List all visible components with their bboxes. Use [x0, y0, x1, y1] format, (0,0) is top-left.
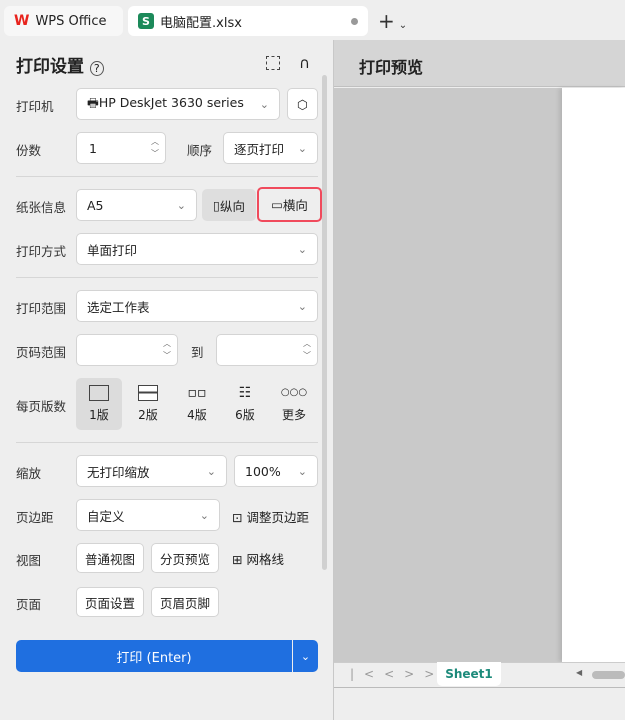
- preview-page: [562, 88, 625, 662]
- more-icon: ○○○: [280, 387, 308, 398]
- wps-logo-icon: W: [14, 13, 30, 29]
- print-settings-title: 打印设置 ?: [16, 52, 104, 77]
- margin-label: 页边距: [16, 510, 54, 525]
- printer-select[interactable]: 🖶HP DeskJet 3630 series ⌄: [76, 88, 280, 120]
- help-icon[interactable]: ?: [89, 61, 104, 76]
- to-label: 到: [191, 345, 204, 360]
- layout-6-button[interactable]: ☷ 6版: [222, 378, 268, 430]
- paper-size-select[interactable]: A5 ⌄: [76, 189, 197, 221]
- margin-select[interactable]: 自定义 ⌄: [76, 499, 220, 531]
- landscape-button[interactable]: ▭ 横向: [257, 187, 322, 222]
- copies-label: 份数: [16, 143, 42, 158]
- printer-settings-button[interactable]: ⬡: [287, 88, 318, 120]
- sheet-tab-sheet1[interactable]: Sheet1: [437, 662, 501, 686]
- copies-stepper[interactable]: 1 ︿ ﹀: [76, 132, 166, 164]
- preview-title: 打印预览: [359, 58, 424, 77]
- layout-6-icon: ☷: [238, 385, 252, 401]
- zoom-percent-select[interactable]: 100% ⌄: [234, 455, 318, 487]
- new-tab-button[interactable]: + ⌄: [378, 9, 407, 33]
- print-range-select[interactable]: 选定工作表 ⌄: [76, 290, 318, 322]
- order-label: 顺序: [187, 143, 213, 158]
- layout-1-icon: [89, 385, 109, 401]
- page-label: 页面: [16, 597, 42, 612]
- layout-toggle-icon[interactable]: [266, 56, 280, 70]
- adjust-margin-button[interactable]: ⊡ 调整页边距: [232, 507, 309, 526]
- print-mode-select[interactable]: 单面打印 ⌄: [76, 233, 318, 265]
- scroll-left-icon[interactable]: ◀: [576, 668, 582, 677]
- margin-icon: ⊡: [232, 510, 243, 525]
- more-layouts-button[interactable]: ○○○ 更多: [271, 378, 317, 430]
- tab-spreadsheet[interactable]: S 电脑配置.xlsx: [128, 6, 368, 36]
- layout-4-button[interactable]: ▫▫ 4版: [174, 378, 220, 430]
- print-options-dropdown[interactable]: ⌄: [293, 640, 318, 672]
- tab-wps-office[interactable]: W WPS Office: [4, 6, 123, 36]
- grid-icon: ⊞: [232, 552, 243, 567]
- order-select[interactable]: 逐页打印 ⌄: [223, 132, 318, 164]
- pages-per-sheet-label: 每页版数: [16, 399, 67, 414]
- horizontal-scrollbar[interactable]: [592, 671, 625, 679]
- layout-4-icon: ▫▫: [187, 385, 207, 401]
- panel-scrollbar[interactable]: [322, 75, 327, 570]
- headset-icon[interactable]: ∩: [299, 54, 310, 72]
- layout-2-button[interactable]: 2版: [125, 378, 171, 430]
- print-mode-label: 打印方式: [16, 244, 67, 259]
- paper-label: 纸张信息: [16, 200, 67, 215]
- tab-label: 电脑配置.xlsx: [160, 15, 242, 31]
- page-to-input[interactable]: ︿ ﹀: [216, 334, 318, 366]
- printer-icon: 🖶: [87, 94, 99, 110]
- printer-label: 打印机: [16, 99, 54, 114]
- page-break-preview-button[interactable]: 分页预览: [151, 543, 219, 573]
- portrait-button[interactable]: ▯ 纵向: [202, 189, 256, 221]
- print-range-label: 打印范围: [16, 301, 67, 316]
- normal-view-button[interactable]: 普通视图: [76, 543, 144, 573]
- zoom-label: 缩放: [16, 466, 42, 481]
- layout-2-icon: [138, 385, 158, 401]
- page-from-input[interactable]: ︿ ﹀: [76, 334, 178, 366]
- tab-label: WPS Office: [35, 13, 107, 29]
- zoom-select[interactable]: 无打印缩放 ⌄: [76, 455, 227, 487]
- layout-1-button[interactable]: 1版: [76, 378, 122, 430]
- view-label: 视图: [16, 553, 42, 568]
- print-button[interactable]: 打印 (Enter): [16, 640, 292, 672]
- unsaved-dot-icon: [351, 17, 358, 25]
- header-footer-button[interactable]: 页眉页脚: [151, 587, 219, 617]
- page-range-label: 页码范围: [16, 345, 67, 360]
- page-setup-button[interactable]: 页面设置: [76, 587, 144, 617]
- spreadsheet-icon: S: [138, 13, 154, 29]
- gridlines-toggle[interactable]: ⊞ 网格线: [232, 549, 284, 568]
